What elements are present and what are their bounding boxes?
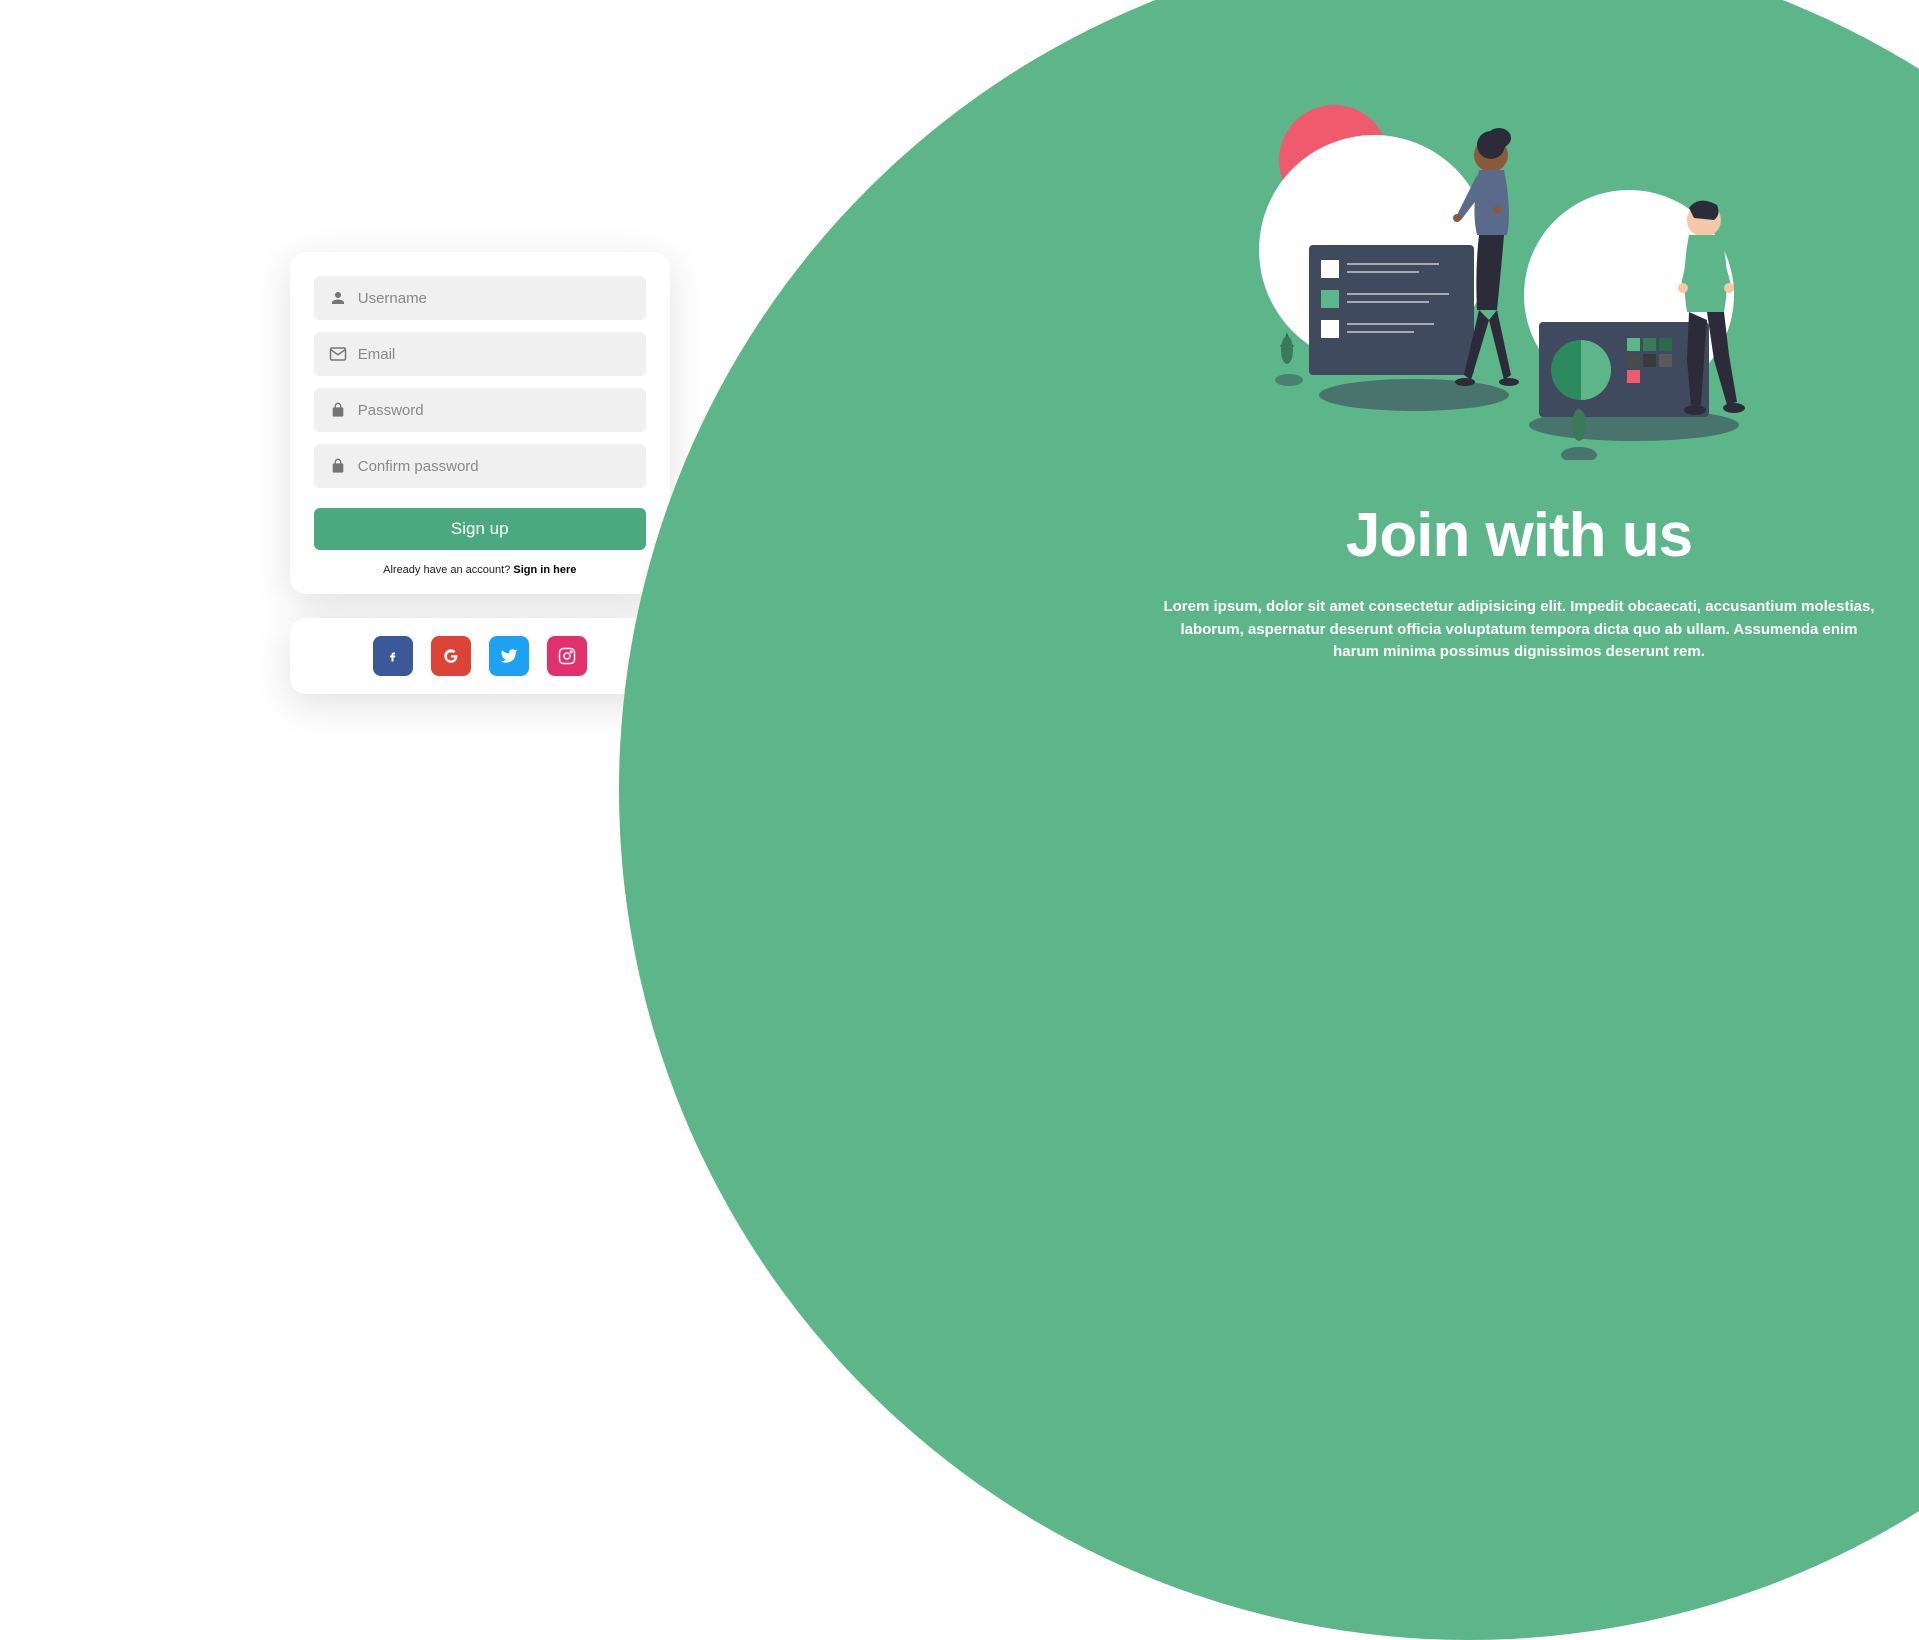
email-icon (328, 344, 348, 364)
signin-link[interactable]: Sign in here (513, 564, 576, 576)
facebook-icon (387, 646, 399, 666)
already-account-text: Already have an account? Sign in here (314, 564, 646, 576)
google-button[interactable] (431, 636, 471, 676)
social-card (290, 618, 670, 694)
password-wrapper (314, 388, 646, 432)
hero-section: Join with us Lorem ipsum, dolor sit amet… (719, 0, 1919, 946)
already-label: Already have an account? (383, 564, 513, 576)
email-wrapper (314, 332, 646, 376)
instagram-button[interactable] (547, 636, 587, 676)
twitter-icon (500, 647, 518, 665)
signup-card: Sign up Already have an account? Sign in… (290, 252, 670, 594)
facebook-button[interactable] (373, 636, 413, 676)
hero-content: Join with us Lorem ipsum, dolor sit amet… (1119, 0, 1919, 946)
confirm-wrapper (314, 444, 646, 488)
hero-description: Lorem ipsum, dolor sit amet consectetur … (1159, 596, 1879, 664)
people-illustration (1239, 60, 1799, 460)
password-input[interactable] (314, 388, 646, 432)
instagram-icon (558, 647, 576, 665)
signup-button[interactable]: Sign up (314, 508, 646, 550)
hero-title: Join with us (1119, 500, 1919, 571)
confirm-password-input[interactable] (314, 444, 646, 488)
email-input[interactable] (314, 332, 646, 376)
username-wrapper (314, 276, 646, 320)
lock-icon (328, 456, 348, 476)
username-input[interactable] (314, 276, 646, 320)
person-icon (328, 288, 348, 308)
twitter-button[interactable] (489, 636, 529, 676)
lock-icon (328, 400, 348, 420)
google-icon (442, 647, 460, 665)
